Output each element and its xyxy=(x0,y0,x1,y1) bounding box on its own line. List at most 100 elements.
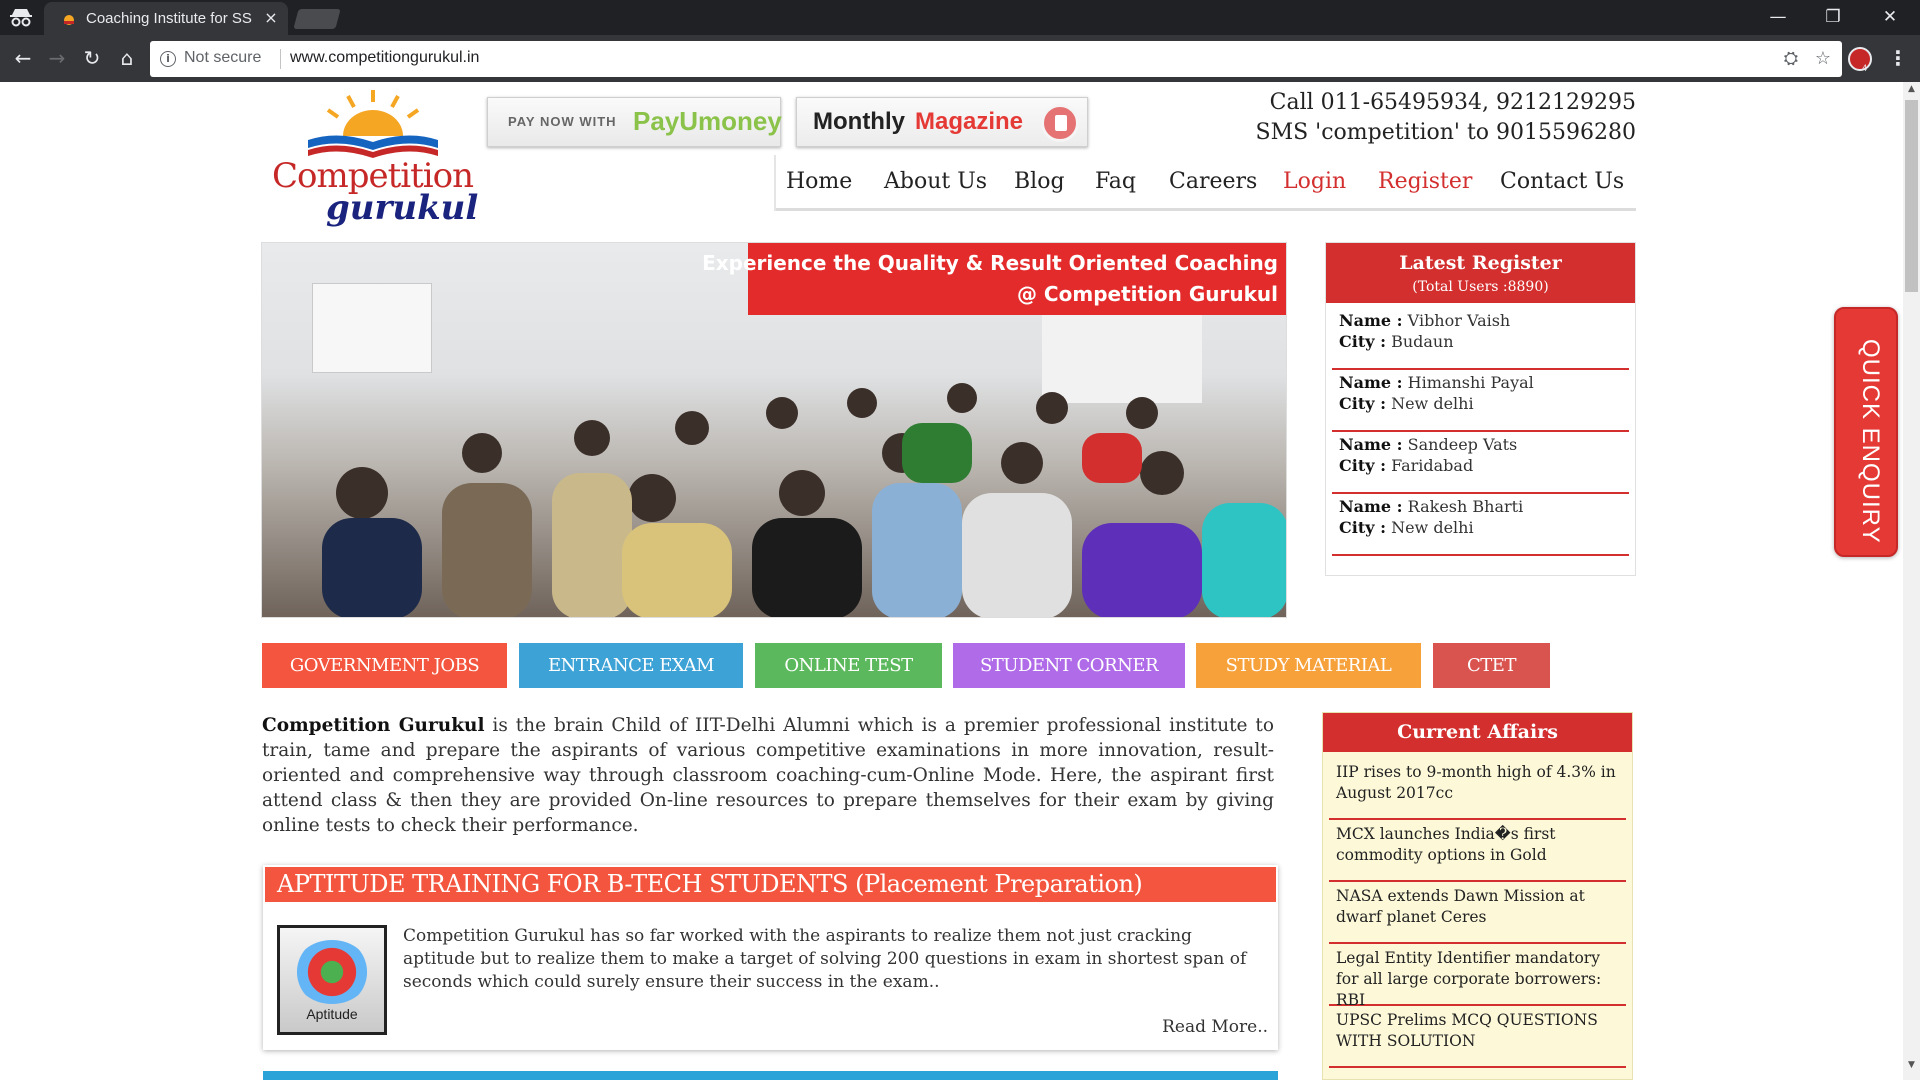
scroll-up-icon[interactable]: ▲ xyxy=(1903,84,1920,98)
category-online-test[interactable]: ONLINE TEST xyxy=(755,643,942,688)
hero-banner: Experience the Quality & Result Oriented… xyxy=(261,242,1287,618)
register-name: Himanshi Payal xyxy=(1407,373,1534,392)
name-label: Name : xyxy=(1339,311,1403,330)
current-affairs-item: IIP rises to 9-month high of 4.3% in Aug… xyxy=(1329,758,1626,820)
name-label: Name : xyxy=(1339,497,1403,516)
aptitude-thumbnail[interactable]: Aptitude xyxy=(277,925,387,1035)
register-entry: Name : Vibhor Vaish City : Budaun xyxy=(1332,309,1629,370)
window-minimize-button[interactable]: — xyxy=(1758,4,1798,30)
nav-blog[interactable]: Blog xyxy=(1014,169,1065,194)
current-affairs-link[interactable]: Legal Entity Identifier mandatory for al… xyxy=(1336,948,1621,1011)
latest-register-title: Latest Register xyxy=(1399,252,1562,274)
info-icon[interactable]: i xyxy=(160,51,176,67)
logo-text-line2: gurukul xyxy=(326,188,479,228)
bookmark-star-icon[interactable]: ☆ xyxy=(1812,48,1834,70)
nav-faq[interactable]: Faq xyxy=(1095,169,1136,194)
aptitude-card-header: APTITUDE TRAINING FOR B-TECH STUDENTS (P… xyxy=(265,867,1276,902)
main-navigation: Home About Us Blog Faq Careers Login Reg… xyxy=(774,155,1636,211)
magazine-icon xyxy=(1041,104,1079,142)
register-name: Sandeep Vats xyxy=(1407,435,1518,454)
aptitude-thumbnail-label: Aptitude xyxy=(306,1006,358,1022)
register-name: Vibhor Vaish xyxy=(1407,311,1511,330)
payu-brand: PayUmoney xyxy=(633,106,782,136)
register-name: Rakesh Bharti xyxy=(1407,497,1524,516)
aptitude-card-title[interactable]: APTITUDE TRAINING FOR B-TECH STUDENTS (P… xyxy=(277,870,1143,898)
city-label: City : xyxy=(1339,332,1386,351)
category-study-material[interactable]: STUDY MATERIAL xyxy=(1196,643,1421,688)
latest-register-panel: Latest Register (Total Users :8890) Name… xyxy=(1325,242,1636,576)
magazine-label-1: Monthly xyxy=(813,108,905,135)
home-icon[interactable]: ⌂ xyxy=(112,43,142,73)
register-city: New delhi xyxy=(1391,394,1474,413)
window-restore-button[interactable]: ❐ xyxy=(1813,4,1853,30)
site-logo[interactable]: Competition gurukul xyxy=(268,86,484,232)
aptitude-chart-icon xyxy=(294,940,370,1004)
translate-icon[interactable]: ⛭ xyxy=(1780,48,1802,70)
register-city: Budaun xyxy=(1391,332,1454,351)
intro-paragraph: Competition Gurukul is the brain Child o… xyxy=(262,713,1274,838)
quick-enquiry-button[interactable]: QUICK ENQUIRY xyxy=(1834,307,1898,557)
latest-register-total: (Total Users :8890) xyxy=(1412,279,1549,295)
url-text[interactable]: www.competitiongurukul.in xyxy=(290,49,479,67)
forward-icon[interactable]: → xyxy=(42,43,72,73)
aptitude-card-text: Competition Gurukul has so far worked wi… xyxy=(403,926,1247,992)
current-affairs-item: NASA extends Dawn Mission at dwarf plane… xyxy=(1329,882,1626,944)
category-government-jobs[interactable]: GOVERNMENT JOBS xyxy=(262,643,507,688)
scrollbar-thumb[interactable] xyxy=(1905,100,1918,292)
city-label: City : xyxy=(1339,394,1386,413)
payu-pay-now-button[interactable]: PAY NOW WITH PayUmoney xyxy=(487,97,782,147)
quick-enquiry-label: QUICK ENQUIRY xyxy=(1857,339,1884,544)
category-student-corner[interactable]: STUDENT CORNER xyxy=(953,643,1185,688)
current-affairs-link[interactable]: IIP rises to 9-month high of 4.3% in Aug… xyxy=(1336,762,1621,804)
current-affairs-item: Legal Entity Identifier mandatory for al… xyxy=(1329,944,1626,1009)
current-affairs-link[interactable]: NASA extends Dawn Mission at dwarf plane… xyxy=(1336,886,1621,928)
banner-caption: Experience the Quality & Result Oriented… xyxy=(702,243,1286,315)
tab-title: Coaching Institute for SS xyxy=(86,10,252,27)
browser-toolbar: ← → ↻ ⌂ i Not secure www.competitionguru… xyxy=(0,35,1920,82)
tab-close-icon[interactable]: × xyxy=(262,8,280,28)
site-favicon-icon xyxy=(64,15,74,25)
incognito-icon xyxy=(10,9,32,27)
name-label: Name : xyxy=(1339,435,1403,454)
city-label: City : xyxy=(1339,518,1386,537)
scroll-down-icon[interactable]: ▼ xyxy=(1903,1060,1920,1074)
nav-about-us[interactable]: About Us xyxy=(884,169,987,194)
address-separator xyxy=(280,49,281,69)
browser-titlebar: Coaching Institute for SS × — ❐ ✕ xyxy=(0,0,1920,35)
register-city: New delhi xyxy=(1391,518,1474,537)
nav-careers[interactable]: Careers xyxy=(1169,169,1257,194)
security-label[interactable]: Not secure xyxy=(184,49,261,67)
register-entry: Name : Himanshi Payal City : New delhi xyxy=(1332,371,1629,432)
latest-register-header: Latest Register (Total Users :8890) xyxy=(1326,243,1635,303)
banner-caption-line1: Experience the Quality & Result Oriented… xyxy=(702,251,1278,275)
window-close-button[interactable]: ✕ xyxy=(1870,4,1910,30)
new-tab-button[interactable] xyxy=(293,9,341,29)
payu-prefix: PAY NOW WITH xyxy=(508,114,617,129)
current-affairs-title: Current Affairs xyxy=(1323,713,1632,752)
category-entrance-exam[interactable]: ENTRANCE EXAM xyxy=(519,643,743,688)
reload-icon[interactable]: ↻ xyxy=(77,43,107,73)
extension-icon[interactable] xyxy=(1848,47,1872,71)
current-affairs-item: UPSC Prelims MCQ QUESTIONS WITH SOLUTION xyxy=(1329,1006,1626,1068)
aptitude-training-card: APTITUDE TRAINING FOR B-TECH STUDENTS (P… xyxy=(263,865,1278,1050)
read-more-link[interactable]: Read More.. xyxy=(1162,1017,1268,1037)
nav-home[interactable]: Home xyxy=(786,169,852,194)
category-ctet[interactable]: CTET xyxy=(1433,643,1550,688)
intro-brand: Competition Gurukul xyxy=(262,715,485,736)
city-label: City : xyxy=(1339,456,1386,475)
extension-badge: 4 xyxy=(1862,63,1868,73)
browser-menu-icon[interactable]: ⋮ xyxy=(1888,45,1908,71)
magazine-label-2: Magazine xyxy=(915,108,1024,135)
call-numbers: Call 011-65495934, 9212129295 xyxy=(1269,90,1636,115)
name-label: Name : xyxy=(1339,373,1403,392)
browser-tab-active[interactable]: Coaching Institute for SS × xyxy=(44,2,288,35)
address-bar[interactable]: i Not secure www.competitiongurukul.in ⛭… xyxy=(150,41,1842,77)
nav-contact-us[interactable]: Contact Us xyxy=(1500,169,1624,194)
logo-sun-book-icon xyxy=(308,90,438,158)
nav-login[interactable]: Login xyxy=(1283,169,1346,194)
back-icon[interactable]: ← xyxy=(8,43,38,73)
current-affairs-link[interactable]: UPSC Prelims MCQ QUESTIONS WITH SOLUTION xyxy=(1336,1010,1621,1052)
current-affairs-link[interactable]: MCX launches India�s first commodity opt… xyxy=(1336,824,1621,866)
nav-register[interactable]: Register xyxy=(1378,169,1472,194)
monthly-magazine-button[interactable]: Monthly Magazine xyxy=(796,97,1088,147)
